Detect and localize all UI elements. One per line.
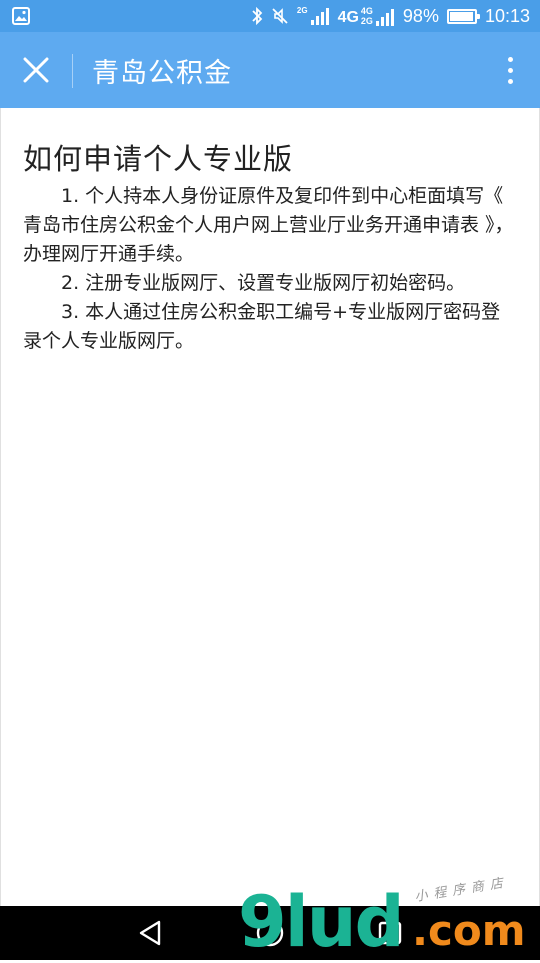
bluetooth-icon — [251, 6, 263, 26]
clock: 10:13 — [484, 5, 530, 26]
article-paragraph: 2. 注册专业版网厅、设置专业版网厅初始密码。 — [61, 272, 466, 294]
recents-square-icon — [378, 921, 402, 945]
article-content: 如何申请个人专业版 1. 个人持本人身份证原件及复印件到中心柜面填写《 青岛市住… — [0, 108, 540, 906]
close-icon — [23, 57, 49, 83]
more-vertical-icon-dot — [507, 78, 513, 84]
signal-bars-icon — [310, 8, 329, 25]
signal-bars-icon — [375, 9, 394, 26]
status-icons: 2G 4G 4G 2G 98% 10:13 — [251, 0, 530, 32]
article-title: 如何申请个人专业版 — [23, 142, 294, 176]
app-bar-divider — [72, 54, 73, 88]
status-bar: 2G 4G 4G 2G 98% 10:13 — [0, 0, 540, 32]
article-paragraph: 3. 本人通过住房公积金职工编号+专业版网厅密码登录个人专业版网厅。 — [23, 301, 501, 352]
article-paragraph: 1. 个人持本人身份证原件及复印件到中心柜面填写《 青岛市住房公积金个人用户网上… — [23, 185, 514, 265]
gallery-notification-icon — [12, 7, 30, 25]
signal-1: 2G — [297, 7, 330, 25]
vibrate-mute-icon — [271, 7, 289, 25]
home-button[interactable] — [253, 916, 287, 950]
network-type-label: 4G — [337, 9, 359, 26]
more-options-button[interactable] — [496, 50, 524, 90]
back-button[interactable] — [133, 916, 167, 950]
battery-level — [449, 11, 474, 21]
back-triangle-icon — [139, 920, 161, 946]
network-secondary-bottom: 2G — [360, 16, 373, 26]
battery-icon — [446, 8, 480, 24]
close-button[interactable] — [14, 48, 58, 92]
network-secondary-top: 4G — [360, 6, 373, 16]
app-bar: 青岛公积金 — [0, 32, 540, 108]
page-title: 青岛公积金 — [92, 57, 232, 89]
signal-1-label: 2G — [296, 6, 308, 15]
more-vertical-icon-dot — [507, 67, 513, 73]
network-secondary: 4G 2G — [361, 6, 373, 26]
signal-2: 4G 4G 2G — [338, 6, 395, 26]
more-vertical-icon-dot — [507, 56, 513, 62]
home-circle-icon — [256, 919, 284, 947]
article-body: 1. 个人持本人身份证原件及复印件到中心柜面填写《 青岛市住房公积金个人用户网上… — [23, 182, 515, 356]
system-nav-bar — [0, 906, 540, 960]
battery-percent: 98% — [402, 5, 439, 26]
recents-button[interactable] — [373, 916, 407, 950]
